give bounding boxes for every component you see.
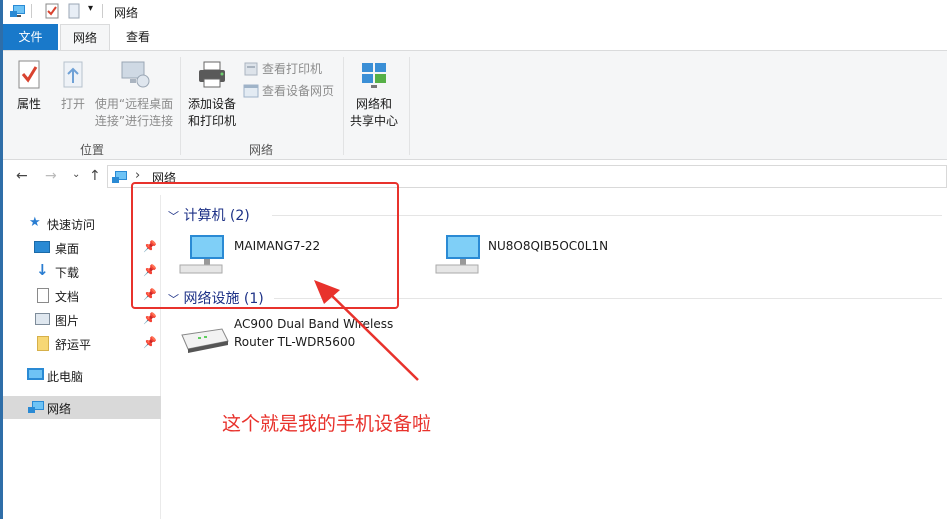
- computer-icon: [27, 368, 44, 380]
- computer-name-2[interactable]: NU8O8QIB5OC0L1N: [488, 237, 608, 255]
- tab-file[interactable]: 文件: [3, 24, 58, 50]
- nav-quick-access-label: 快速访问: [47, 218, 96, 232]
- nav-item-downloads-label: 下载: [55, 266, 80, 280]
- nav-item-pictures-label: 图片: [55, 314, 80, 328]
- network-sharing-label-2: 共享中心: [349, 114, 398, 128]
- customize-qa-dropdown-icon[interactable]: ▾: [88, 3, 93, 14]
- nav-this-pc-label: 此电脑: [47, 370, 84, 384]
- network-icon: [27, 399, 45, 418]
- annotation-arrow-icon: [314, 280, 419, 381]
- download-arrow-icon: ↓: [36, 261, 49, 279]
- file-explorer-window: ▾ 网络 文件 网络 查看 属性 打开 使用“远程桌面 连接”进行连接 位置 添…: [0, 0, 947, 519]
- folder-icon: [37, 336, 49, 351]
- up-arrow-icon[interactable]: ↑: [89, 168, 101, 184]
- desktop-icon: [34, 241, 50, 253]
- recent-locations-chevron-icon[interactable]: ⌄: [72, 169, 80, 180]
- breadcrumb-separator-icon[interactable]: ›: [135, 168, 140, 183]
- star-icon: ★: [29, 215, 41, 230]
- tab-network[interactable]: 网络: [60, 24, 110, 51]
- network-sharing-center-button[interactable]: 网络和 共享中心: [346, 59, 402, 130]
- add-devices-button[interactable]: 添加设备 和打印机: [183, 59, 241, 130]
- qa-divider: [31, 4, 32, 18]
- ribbon: 属性 打开 使用“远程桌面 连接”进行连接 位置 添加设备 和打印机 查看打印机…: [3, 50, 947, 160]
- forward-arrow-icon[interactable]: →: [45, 168, 57, 184]
- nav-this-pc[interactable]: 此电脑: [3, 364, 161, 387]
- add-devices-label-2: 和打印机: [187, 114, 236, 128]
- nav-item-desktop-label: 桌面: [55, 242, 80, 256]
- nav-item-user-folder-label: 舒运平: [55, 338, 92, 352]
- ribbon-separator: [343, 57, 344, 155]
- router-icon[interactable]: [178, 323, 230, 359]
- open-icon: [63, 61, 83, 88]
- nav-network[interactable]: 网络: [3, 396, 161, 419]
- window-title: 网络: [114, 6, 139, 20]
- nav-item-pictures[interactable]: 图片 📌: [3, 308, 161, 331]
- properties-label: 属性: [16, 97, 41, 111]
- remote-desktop-label-2: 连接”进行连接: [94, 114, 174, 128]
- open-button[interactable]: 打开: [53, 59, 93, 113]
- network-app-icon: [10, 3, 26, 19]
- remote-desktop-label-1: 使用“远程桌面: [94, 97, 174, 111]
- back-arrow-icon[interactable]: ←: [16, 168, 28, 184]
- add-devices-label-1: 添加设备: [187, 97, 236, 111]
- computer-item-icon[interactable]: [434, 231, 484, 281]
- nav-item-user-folder[interactable]: 舒运平 📌: [3, 332, 161, 355]
- nav-item-documents-label: 文档: [55, 290, 80, 304]
- new-folder-qa-icon[interactable]: [66, 3, 82, 19]
- pictures-icon: [35, 313, 50, 325]
- title-divider: [102, 4, 103, 18]
- ribbon-separator: [409, 57, 410, 155]
- view-printers-button[interactable]: 查看打印机: [243, 60, 322, 77]
- view-device-page-label: 查看设备网页: [262, 84, 335, 98]
- pin-icon[interactable]: 📌: [143, 312, 157, 325]
- view-device-page-button[interactable]: 查看设备网页: [243, 82, 334, 99]
- network-location-icon: [112, 169, 128, 188]
- remote-desktop-icon: [121, 61, 150, 88]
- open-label: 打开: [60, 97, 85, 111]
- view-device-page-icon: [243, 84, 259, 97]
- ribbon-separator: [180, 57, 181, 155]
- nav-network-label: 网络: [47, 402, 72, 416]
- printer-icon: [199, 61, 225, 88]
- properties-qa-icon[interactable]: [44, 3, 60, 19]
- pin-icon[interactable]: 📌: [143, 336, 157, 349]
- view-printers-label: 查看打印机: [262, 62, 323, 76]
- properties-button[interactable]: 属性: [7, 59, 51, 113]
- ribbon-tabs: 文件 网络 查看: [3, 24, 947, 51]
- remote-desktop-button[interactable]: 使用“远程桌面 连接”进行连接: [93, 59, 175, 130]
- network-sharing-icon: [362, 63, 386, 88]
- view-printers-icon: [244, 62, 258, 75]
- group-label-network: 网络: [249, 143, 274, 157]
- document-icon: [37, 288, 49, 303]
- group-label-location: 位置: [80, 143, 105, 157]
- properties-icon: [18, 60, 40, 89]
- tab-view[interactable]: 查看: [115, 24, 161, 50]
- annotation-note: 这个就是我的手机设备啦: [222, 413, 432, 435]
- title-bar: ▾ 网络: [3, 0, 947, 24]
- network-sharing-label-1: 网络和: [355, 97, 392, 111]
